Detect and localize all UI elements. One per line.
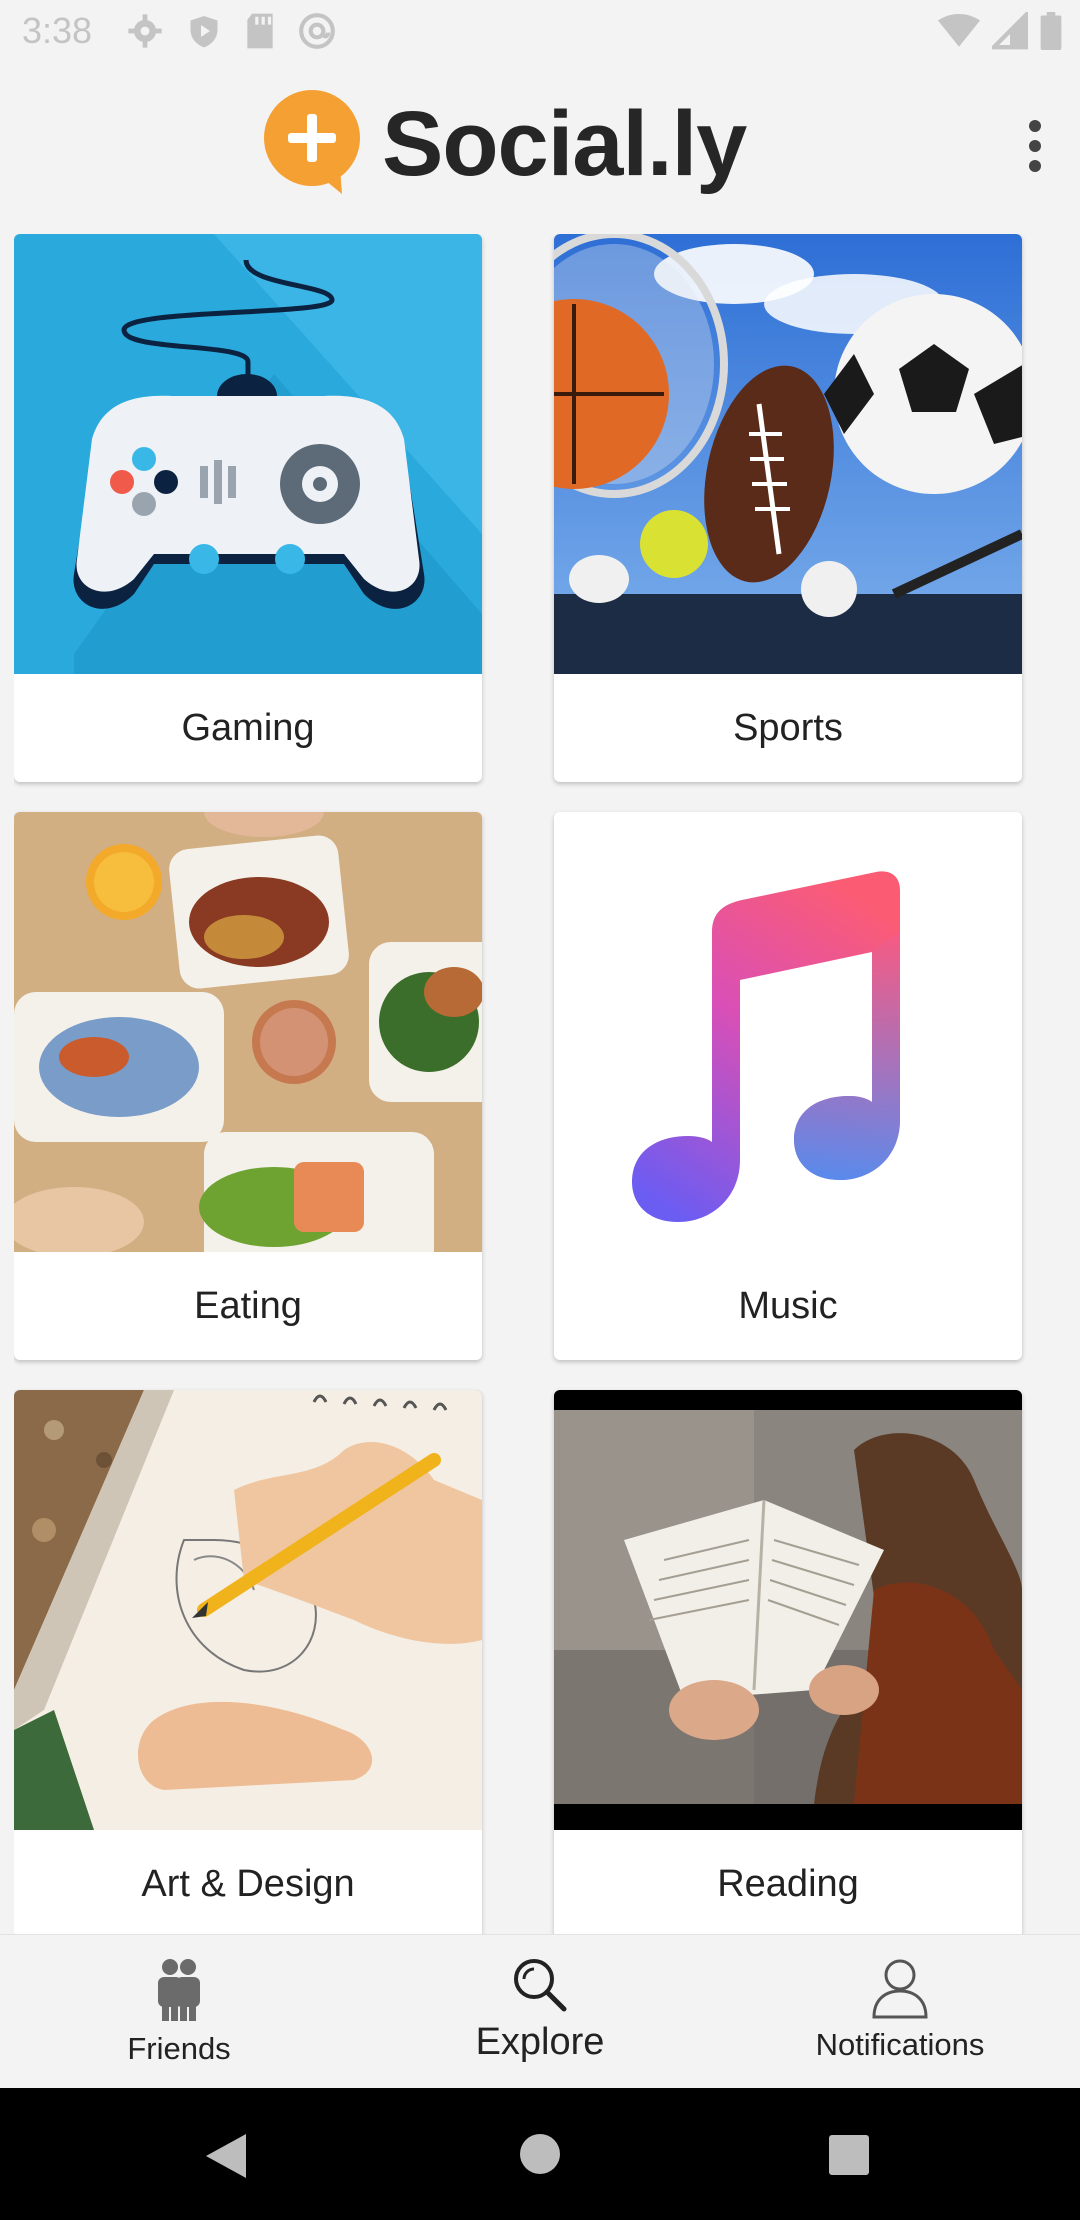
category-label: Eating <box>194 1284 302 1327</box>
reading-book-image <box>554 1390 1022 1830</box>
game-controller-image <box>14 234 482 674</box>
nav-item-friends[interactable]: Friends <box>104 1935 254 2089</box>
recents-square-icon[interactable] <box>828 2134 870 2176</box>
status-time: 3:38 <box>22 10 93 51</box>
food-table-image <box>14 812 482 1252</box>
sports-balls-image <box>554 234 1022 674</box>
status-bar: 3:38 <box>0 0 1080 64</box>
category-card-music[interactable]: Music <box>554 812 1022 1360</box>
sd-card-icon <box>247 13 273 49</box>
app-bar: Social.ly <box>0 64 1080 224</box>
category-label: Art & Design <box>141 1862 355 1905</box>
category-card-reading[interactable]: Reading <box>554 1390 1022 1934</box>
nav-item-explore[interactable]: Explore <box>460 1935 620 2089</box>
nav-label: Notifications <box>815 2027 985 2062</box>
sketching-hand-image <box>14 1390 482 1830</box>
category-card-sports[interactable]: Sports <box>554 234 1022 782</box>
category-grid: Gaming Sports Eating Music Art & Design … <box>14 234 1066 1934</box>
nav-label: Explore <box>475 2021 605 2063</box>
music-note-image <box>554 812 1022 1252</box>
category-label: Music <box>738 1284 838 1327</box>
cell-signal-icon <box>992 12 1028 50</box>
wifi-icon <box>938 13 980 47</box>
category-label: Reading <box>717 1862 859 1905</box>
category-label: Sports <box>733 706 843 749</box>
home-circle-icon[interactable] <box>518 2132 562 2176</box>
bottom-navigation: Friends Explore Notifications <box>0 1934 1080 2089</box>
category-card-art-design[interactable]: Art & Design <box>14 1390 482 1934</box>
settings-gear-icon <box>128 14 162 48</box>
nav-item-notifications[interactable]: Notifications <box>790 1935 1010 2089</box>
category-label: Gaming <box>181 706 315 749</box>
friends-icon <box>158 1959 200 2021</box>
system-navigation-bar <box>0 2088 1080 2220</box>
nav-label: Friends <box>127 2031 231 2066</box>
person-outline-icon <box>872 1959 928 2019</box>
app-title: Social.ly <box>382 92 747 195</box>
category-card-gaming[interactable]: Gaming <box>14 234 482 782</box>
explore-search-icon <box>514 1959 567 2012</box>
at-sign-icon <box>299 13 335 49</box>
plus-chat-bubble-icon <box>264 90 360 194</box>
battery-icon <box>1040 12 1062 50</box>
more-vertical-icon[interactable] <box>1018 116 1052 176</box>
play-protect-icon <box>190 16 218 48</box>
back-triangle-icon[interactable] <box>204 2132 248 2180</box>
category-card-eating[interactable]: Eating <box>14 812 482 1360</box>
app-logo: Social.ly <box>262 90 747 198</box>
